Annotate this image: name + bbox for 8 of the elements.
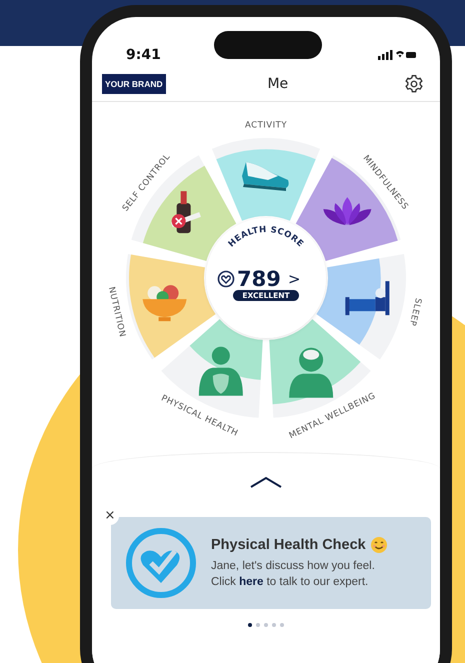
card-message: Jane, let's discuss how you feel. Click here to talk to our expert. bbox=[211, 558, 376, 590]
segment-label: ACTIVITY bbox=[245, 120, 287, 130]
segment-label: SLEEP bbox=[406, 296, 423, 327]
health-score: 789 bbox=[237, 267, 281, 291]
brand-logo: YOUR BRAND bbox=[102, 74, 166, 94]
status-time: 9:41 bbox=[126, 47, 161, 63]
card-title: Physical Health Check bbox=[211, 536, 366, 553]
page-title: Me bbox=[267, 76, 288, 92]
